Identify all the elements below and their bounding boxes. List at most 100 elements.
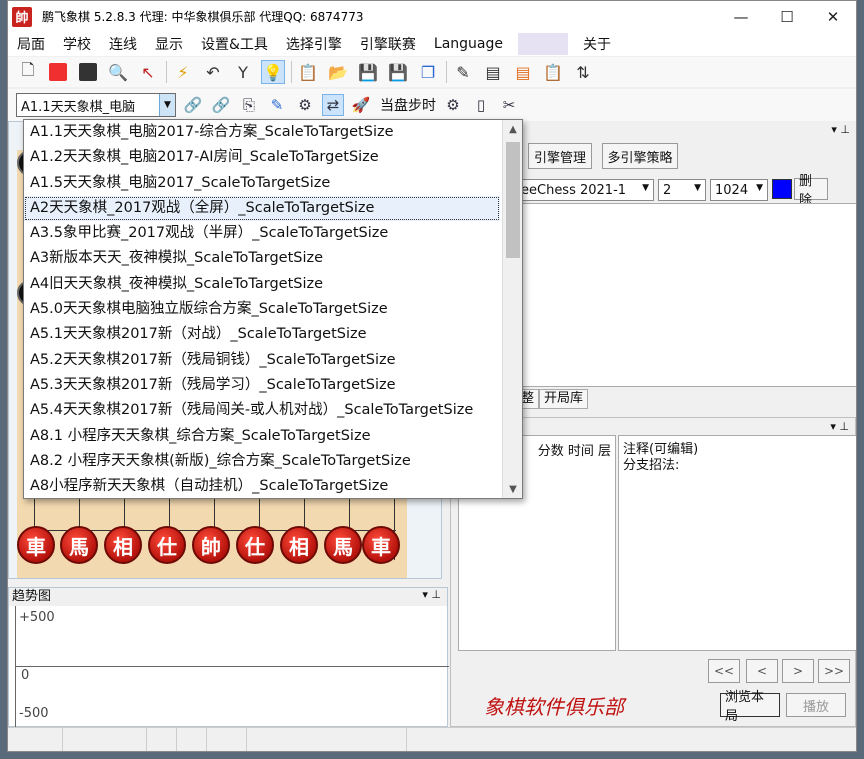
save-icon[interactable]: 💾 <box>356 60 380 84</box>
nav-next-button[interactable]: > <box>782 659 814 683</box>
delete-button[interactable]: 删除 <box>794 174 828 208</box>
main-toolbar: 🗋 🔍 ↖ ⚡ ↶ Y 💡 📋 📂 💾 💾 ❐ ✎ ▤ ▤ 📋 ⇅ <box>8 57 856 87</box>
dropdown-item[interactable]: A1.2天天象棋_电脑2017-AI房间_ScaleToTargetSize <box>24 145 500 170</box>
dropdown-item[interactable]: A5.1天天象棋2017新（对战）_ScaleToTargetSize <box>24 322 500 347</box>
branch-icon[interactable]: Y <box>231 60 255 84</box>
dropdown-scrollbar[interactable]: ▲ ▼ <box>502 120 522 498</box>
red-piece-horse[interactable]: 馬 <box>60 526 98 564</box>
pin-icon[interactable]: ▾ ⊥ <box>831 123 850 136</box>
tools-icon[interactable]: ✂ <box>498 94 520 116</box>
trend-pane: 趋势图 ▾ ⊥ +500 0 -500 <box>8 587 449 728</box>
chevron-down-icon[interactable]: ▼ <box>159 94 175 116</box>
toolbar-separator <box>291 61 292 83</box>
minimize-button[interactable]: — <box>718 1 764 32</box>
open-folder-icon[interactable]: 📂 <box>326 60 350 84</box>
pin-icon[interactable]: ▾ ⊥ <box>830 420 849 433</box>
lightning-icon[interactable]: ⚡ <box>171 60 195 84</box>
copy-icon[interactable]: ❐ <box>416 60 440 84</box>
hash-select[interactable]: 1024 ▼ <box>710 179 768 201</box>
edit-icon[interactable]: ✎ <box>451 60 475 84</box>
dropdown-item[interactable]: A8.2 小程序天天象棋(新版)_综合方案_ScaleToTargetSize <box>24 449 500 474</box>
pin-icon[interactable]: ▾ ⊥ <box>422 588 441 601</box>
red-piece-advisor[interactable]: 仕 <box>236 526 274 564</box>
lightbulb-icon[interactable]: 💡 <box>261 60 285 84</box>
dropdown-item[interactable]: A8小程序新天天象棋（自动挂机）_ScaleToTargetSize <box>24 474 500 498</box>
red-piece-horse[interactable]: 馬 <box>324 526 362 564</box>
dropdown-item[interactable]: A5.3天天象棋2017新（残局学习）_ScaleToTargetSize <box>24 373 500 398</box>
document-icon[interactable]: ▤ <box>481 60 505 84</box>
book-icon[interactable]: ▯ <box>470 94 492 116</box>
nav-first-button[interactable]: << <box>708 659 740 683</box>
scrollbar-thumb[interactable] <box>506 142 520 258</box>
dropdown-item[interactable]: A4旧天天象棋_夜神模拟_ScaleToTargetSize <box>24 272 500 297</box>
black-square-icon[interactable] <box>76 60 100 84</box>
threads-select[interactable]: 2 ▼ <box>658 179 706 201</box>
red-piece-general[interactable]: 帥 <box>192 526 230 564</box>
red-square-icon[interactable] <box>46 60 70 84</box>
dropdown-item-selected[interactable]: A2天天象棋_2017观战（全屏）_ScaleToTargetSize <box>24 195 500 222</box>
paste-icon[interactable]: 📋 <box>541 60 565 84</box>
settings-icon[interactable]: ⚙ <box>294 94 316 116</box>
red-piece-chariot[interactable]: 車 <box>362 526 400 564</box>
menu-school[interactable]: 学校 <box>54 34 100 54</box>
edit-note-icon[interactable]: ✎ <box>266 94 288 116</box>
rocket-icon[interactable]: 🚀 <box>350 94 372 116</box>
menu-settings-tools[interactable]: 设置&工具 <box>192 34 277 54</box>
search-icon[interactable]: 🔍 <box>106 60 130 84</box>
dropdown-item[interactable]: A8.1 小程序天天象棋_综合方案_ScaleToTargetSize <box>24 424 500 449</box>
maximize-button[interactable]: ☐ <box>764 1 810 32</box>
link-gold-icon[interactable]: 🔗 <box>210 94 232 116</box>
nav-last-button[interactable]: >> <box>818 659 850 683</box>
swap-icon[interactable]: ⇄ <box>322 94 344 116</box>
link-icon[interactable]: 🔗 <box>182 94 204 116</box>
engine-select[interactable]: eeChess 2021-1 ▼ <box>516 179 654 201</box>
dropdown-item[interactable]: A5.4天天象棋2017新（残局闯关-或人机对战）_ScaleToTargetS… <box>24 398 500 423</box>
notes-area[interactable]: 注释(可编辑) 分支招法: <box>618 435 856 651</box>
dropdown-item[interactable]: A1.5天天象棋_电脑2017_ScaleToTargetSize <box>24 171 500 196</box>
dropdown-item[interactable]: A5.2天天象棋2017新（残局铜钱）_ScaleToTargetSize <box>24 348 500 373</box>
scheme-dropdown-list[interactable]: A1.1天天象棋_电脑2017-综合方案_ScaleToTargetSize A… <box>23 119 523 499</box>
trend-title: 趋势图 <box>9 588 447 606</box>
save-as-icon[interactable]: 💾 <box>386 60 410 84</box>
dropdown-item[interactable]: A1.1天天象棋_电脑2017-综合方案_ScaleToTargetSize <box>24 120 500 145</box>
dropdown-item[interactable]: A3.5象甲比赛_2017观战（半屏）_ScaleToTargetSize <box>24 221 500 246</box>
scroll-up-icon[interactable]: ▲ <box>503 120 522 138</box>
close-button[interactable]: ✕ <box>810 1 856 32</box>
color-swatch[interactable] <box>772 179 792 199</box>
red-piece-elephant[interactable]: 相 <box>280 526 318 564</box>
menu-position[interactable]: 局面 <box>8 34 54 54</box>
play-button[interactable]: 播放 <box>786 693 846 717</box>
clipboard-icon[interactable]: 📋 <box>296 60 320 84</box>
app-icon: 帥 <box>12 6 32 27</box>
scroll-down-icon[interactable]: ▼ <box>503 480 522 498</box>
dropdown-item[interactable]: A3新版本天天_夜神模拟_ScaleToTargetSize <box>24 246 500 271</box>
multi-engine-button[interactable]: 多引擎策略 <box>602 143 678 169</box>
red-piece-advisor[interactable]: 仕 <box>148 526 186 564</box>
file-copy-icon[interactable]: ⎘ <box>238 94 260 116</box>
nav-prev-button[interactable]: < <box>746 659 778 683</box>
dropdown-item[interactable]: A5.0天天象棋电脑独立版综合方案_ScaleToTargetSize <box>24 297 500 322</box>
engine-manage-button[interactable]: 引擎管理 <box>528 143 592 169</box>
branch-moves-label: 分支招法: <box>623 458 680 473</box>
arrow-icon[interactable]: ↖ <box>136 60 160 84</box>
gear-icon[interactable]: ⚙ <box>442 94 464 116</box>
status-segment <box>177 728 207 751</box>
flip-icon[interactable]: ⇅ <box>571 60 595 84</box>
menu-blurred-item <box>518 33 569 55</box>
menu-language[interactable]: Language <box>425 36 512 52</box>
menu-connect[interactable]: 连线 <box>100 34 146 54</box>
documents-icon[interactable]: ▤ <box>511 60 535 84</box>
undo-icon[interactable]: ↶ <box>201 60 225 84</box>
menu-display[interactable]: 显示 <box>146 34 192 54</box>
menu-about[interactable]: 关于 <box>574 34 620 54</box>
red-piece-chariot[interactable]: 車 <box>17 526 55 564</box>
tab-opening-book[interactable]: 开局库 <box>539 389 589 409</box>
scheme-combo-value: A1.1天天象棋_电脑 <box>21 99 136 115</box>
browse-game-button[interactable]: 浏览本局 <box>720 690 780 724</box>
red-piece-elephant[interactable]: 相 <box>104 526 142 564</box>
status-segment <box>147 728 177 751</box>
scheme-combo[interactable]: A1.1天天象棋_电脑 ▼ <box>16 93 176 117</box>
menu-select-engine[interactable]: 选择引擎 <box>277 34 351 54</box>
new-file-icon[interactable]: 🗋 <box>16 60 40 84</box>
menu-engine-league[interactable]: 引擎联赛 <box>351 34 425 54</box>
